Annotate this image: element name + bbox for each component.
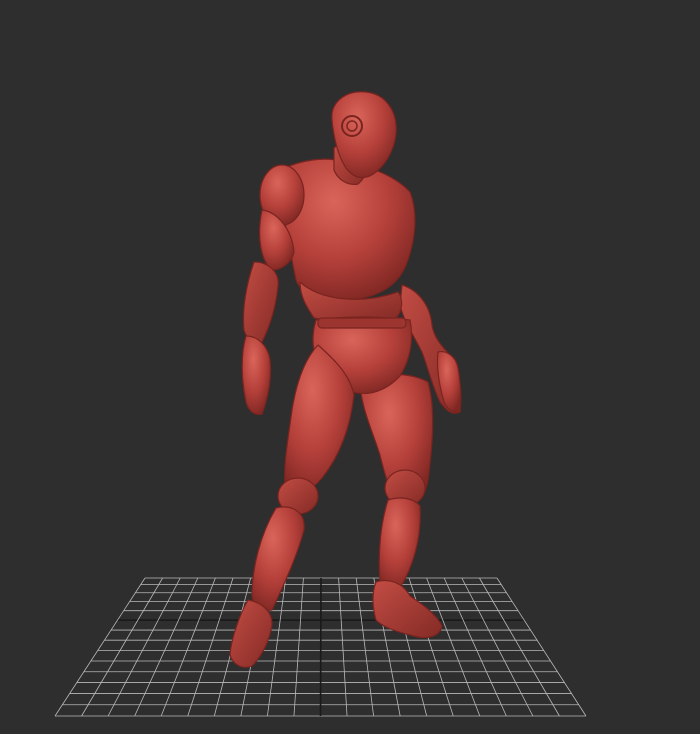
grid-line <box>496 577 587 717</box>
floor-grid <box>54 577 587 717</box>
left-leg[interactable] <box>359 373 443 639</box>
grid-line <box>187 577 234 717</box>
grid-line <box>408 577 454 717</box>
grid-line <box>293 577 304 717</box>
grid-line <box>81 577 163 717</box>
grid-line <box>54 577 146 717</box>
grid-line <box>479 577 560 717</box>
right-arm[interactable] <box>241 164 305 415</box>
mannequin-model[interactable] <box>229 91 462 668</box>
3d-viewport[interactable] <box>0 0 700 734</box>
grid-line <box>355 577 374 717</box>
viewport-canvas[interactable] <box>0 0 700 734</box>
grid-line <box>338 577 348 717</box>
grid-axis-z <box>319 577 322 717</box>
